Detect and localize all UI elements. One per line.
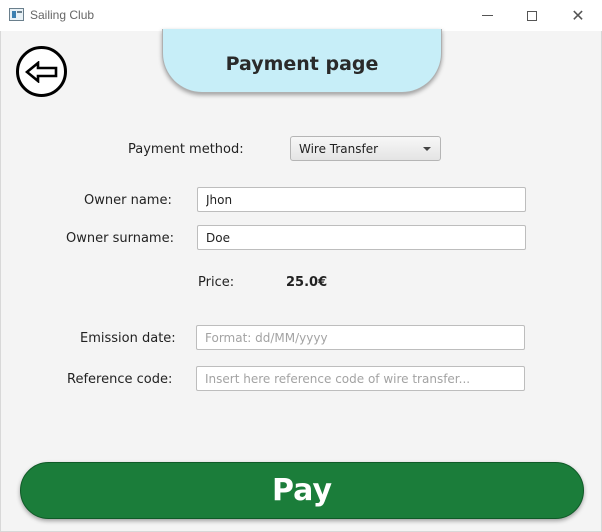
payment-panel: Payment page Payment method: Wire Transf… — [0, 29, 602, 532]
pay-button-label: Pay — [271, 473, 333, 508]
payment-method-select[interactable]: Wire Transfer — [290, 136, 441, 161]
page-title: Payment page — [225, 52, 379, 75]
owner-surname-label: Owner surname: — [66, 231, 174, 246]
price-value: 25.0€ — [286, 275, 328, 290]
window-title: Sailing Club — [30, 8, 95, 22]
owner-name-field[interactable] — [197, 187, 526, 212]
page-header: Payment page — [162, 29, 442, 93]
minimize-button[interactable] — [464, 0, 510, 31]
chevron-down-icon — [423, 147, 431, 151]
owner-name-label: Owner name: — [84, 193, 172, 208]
payment-method-label: Payment method: — [128, 142, 244, 157]
arrow-left-icon — [24, 60, 57, 83]
close-button[interactable]: ✕ — [555, 0, 601, 31]
close-icon: ✕ — [571, 5, 585, 25]
reference-code-field[interactable] — [196, 366, 525, 391]
pay-button[interactable]: Pay — [20, 462, 584, 519]
payment-method-value: Wire Transfer — [299, 141, 379, 156]
emission-date-field[interactable] — [196, 325, 525, 350]
minimize-icon — [481, 15, 493, 16]
title-bar: Sailing Club ✕ — [0, 0, 602, 31]
reference-code-label: Reference code: — [67, 372, 173, 387]
app-icon — [9, 8, 24, 21]
back-button[interactable] — [16, 46, 67, 97]
maximize-button[interactable] — [509, 0, 555, 31]
price-label: Price: — [198, 275, 235, 290]
emission-date-label: Emission date: — [80, 331, 176, 346]
owner-surname-field[interactable] — [197, 225, 526, 250]
maximize-icon — [527, 10, 537, 21]
